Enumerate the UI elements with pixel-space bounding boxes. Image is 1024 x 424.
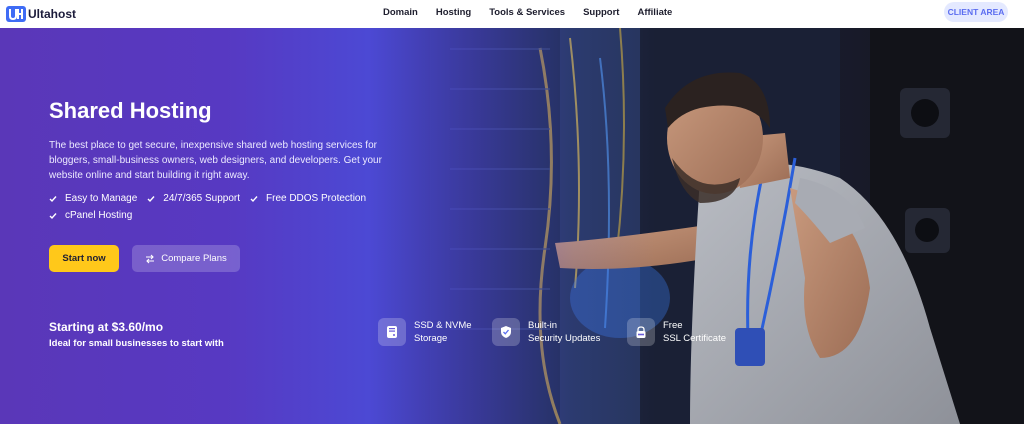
badge-security: Built-in Security Updates: [492, 318, 600, 346]
badge-label: SSD & NVMe Storage: [414, 319, 472, 345]
badge-label: Free SSL Certificate: [663, 319, 726, 345]
feature-item: Free DDOS Protection: [250, 193, 366, 204]
feature-label: Free DDOS Protection: [266, 193, 367, 204]
feature-label: 24/7/365 Support: [163, 193, 240, 204]
nav-hosting[interactable]: Hosting: [436, 7, 471, 18]
badge-line2: Storage: [414, 333, 448, 344]
badge-line2: SSL Certificate: [663, 333, 727, 344]
logo[interactable]: Ultahost: [6, 4, 76, 24]
feature-label: cPanel Hosting: [65, 210, 133, 221]
feature-list: Easy to Manage 24/7/365 Support Free DDO…: [49, 193, 379, 221]
ssl-lock-icon: [627, 318, 655, 346]
badge-line2: Security Updates: [528, 333, 601, 344]
compare-plans-button[interactable]: Compare Plans: [132, 245, 240, 272]
hero-description: The best place to get secure, inexpensiv…: [49, 140, 382, 181]
check-icon: [250, 195, 258, 202]
badge-label: Built-in Security Updates: [528, 319, 600, 345]
badge-line1: SSD & NVMe: [414, 320, 472, 331]
main-nav: Domain Hosting Tools & Services Support …: [383, 7, 672, 18]
feature-item: Easy to Manage: [49, 193, 137, 204]
badge-ssl: Free SSL Certificate: [627, 318, 726, 346]
page-title: Shared Hosting: [49, 98, 212, 123]
check-icon: [49, 195, 57, 202]
ultahost-logo-icon: [6, 6, 26, 22]
shield-check-icon: [492, 318, 520, 346]
price-heading: Starting at $3.60/mo: [49, 320, 164, 334]
top-nav-bar: Ultahost Domain Hosting Tools & Services…: [0, 0, 1024, 28]
badge-storage: SSD & NVMe Storage: [378, 318, 472, 346]
feature-item: 24/7/365 Support: [147, 193, 240, 204]
storage-icon: [378, 318, 406, 346]
feature-item: cPanel Hosting: [49, 210, 132, 221]
hero-section: Shared Hosting The best place to get sec…: [0, 28, 1024, 424]
feature-label: Easy to Manage: [65, 193, 138, 204]
badge-line1: Free: [663, 320, 683, 331]
nav-tools-services[interactable]: Tools & Services: [489, 7, 565, 18]
start-now-button[interactable]: Start now: [49, 245, 119, 272]
check-icon: [147, 195, 155, 202]
swap-arrows-icon: [146, 254, 155, 263]
badge-line1: Built-in: [528, 320, 558, 331]
nav-domain[interactable]: Domain: [383, 7, 418, 18]
client-area-button[interactable]: CLIENT AREA: [944, 2, 1008, 22]
gradient-overlay: [0, 28, 1024, 424]
check-icon: [49, 212, 57, 219]
nav-support[interactable]: Support: [583, 7, 619, 18]
compare-plans-label: Compare Plans: [161, 253, 227, 264]
nav-affiliate[interactable]: Affiliate: [637, 7, 672, 18]
logo-text: Ultahost: [28, 7, 76, 21]
price-subtitle: Ideal for small businesses to start with: [49, 338, 224, 349]
